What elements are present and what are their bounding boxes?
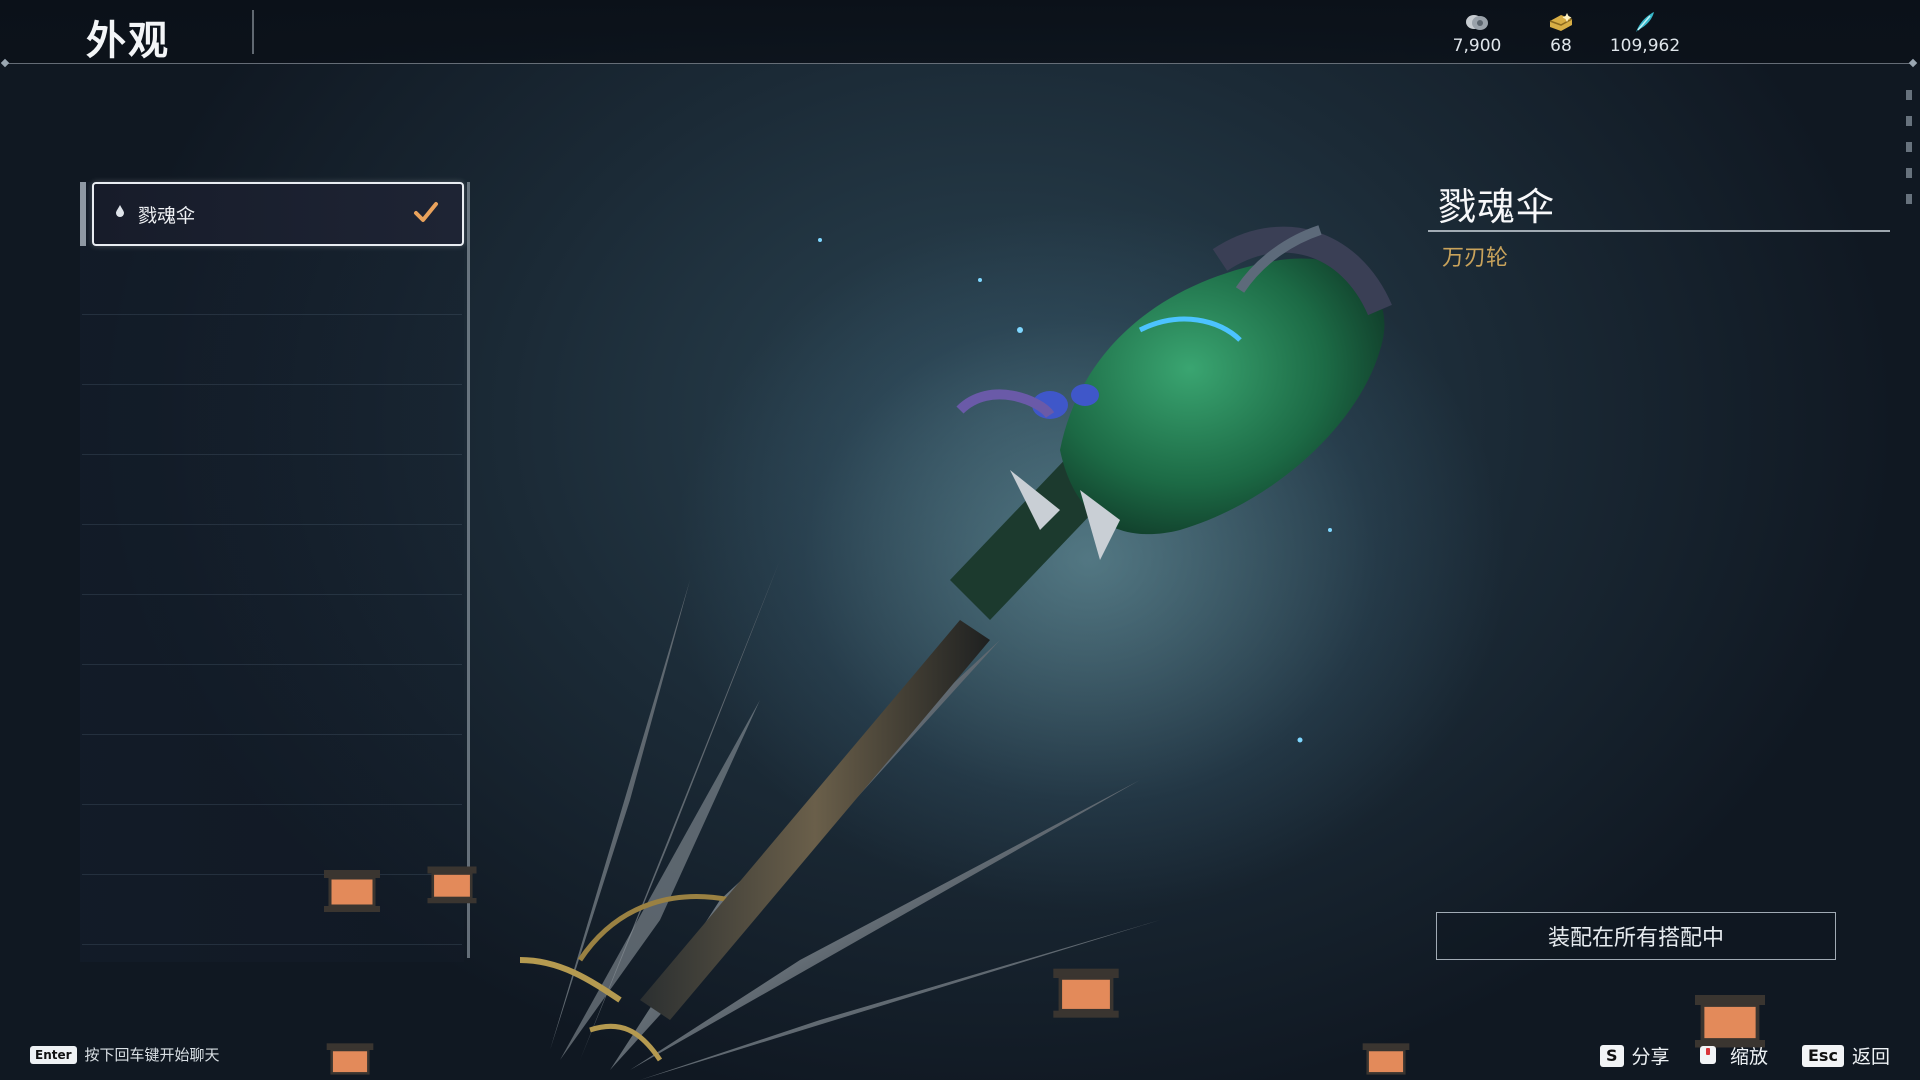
list-scrollbar[interactable]: [467, 182, 470, 958]
back-button[interactable]: Esc 返回: [1802, 1042, 1890, 1069]
lantern-decoration: [324, 870, 380, 912]
esc-key: Esc: [1802, 1044, 1844, 1067]
equip-status-button[interactable]: 装配在所有搭配中: [1436, 912, 1836, 960]
rarity-drop-icon: [116, 205, 124, 217]
zoom-label: 缩放: [1730, 1046, 1769, 1068]
item-category: 万刃轮: [1442, 246, 1509, 271]
list-item-empty: [82, 248, 462, 315]
page-title: 外观: [86, 18, 170, 64]
list-item-label: 戮魂伞: [138, 205, 196, 227]
zoom-button[interactable]: 缩放: [1698, 1042, 1768, 1069]
list-item-empty: [82, 668, 462, 735]
feather-crystal-icon: [1590, 10, 1700, 34]
mouse-scroll-icon: [1700, 1045, 1716, 1064]
enter-key-icon: Enter: [30, 1045, 77, 1064]
list-item-empty: [82, 808, 462, 875]
list-item-empty: [82, 458, 462, 525]
item-name-underline: [1428, 230, 1890, 232]
equipped-check-icon: [414, 202, 438, 222]
top-divider-line: [8, 63, 1912, 64]
list-item-selected[interactable]: 戮魂伞: [92, 182, 464, 246]
list-item-empty: [82, 598, 462, 665]
share-button[interactable]: S 分享: [1600, 1042, 1670, 1069]
lantern-decoration: [1695, 995, 1765, 1048]
currency-crystals: 109,962: [1590, 10, 1700, 56]
item-name: 戮魂伞: [1438, 185, 1556, 229]
lantern-decoration: [1053, 968, 1119, 1018]
right-scroll-indicator: [1906, 90, 1914, 220]
list-item-empty: [82, 318, 462, 385]
share-key: S: [1600, 1044, 1624, 1067]
lantern-decoration: [427, 866, 477, 904]
list-item-empty: [82, 388, 462, 455]
title-divider: [252, 10, 254, 54]
lantern-decoration: [1362, 1043, 1410, 1075]
back-label: 返回: [1851, 1046, 1890, 1068]
list-item-empty: [82, 738, 462, 805]
chat-hint-label: 按下回车键开始聊天: [84, 1046, 220, 1064]
list-item-empty: [82, 878, 462, 945]
list-item-empty: [82, 528, 462, 595]
currency-crystals-value: 109,962: [1609, 36, 1681, 56]
lantern-decoration: [326, 1043, 374, 1075]
chat-hint[interactable]: Enter 按下回车键开始聊天: [30, 1044, 220, 1065]
selection-accent-bar: [80, 182, 86, 246]
share-label: 分享: [1631, 1046, 1670, 1068]
